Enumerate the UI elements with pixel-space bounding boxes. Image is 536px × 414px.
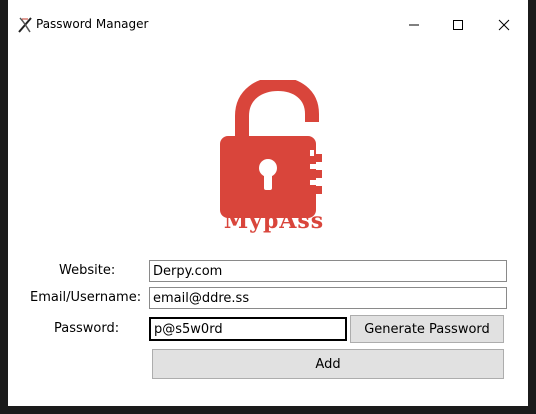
website-input[interactable] bbox=[149, 260, 507, 282]
password-label: Password: bbox=[54, 321, 120, 336]
website-label: Website: bbox=[59, 263, 116, 278]
minimize-button[interactable] bbox=[392, 10, 436, 40]
email-label: Email/Username: bbox=[30, 290, 142, 305]
email-input[interactable] bbox=[149, 287, 507, 309]
add-button[interactable]: Add bbox=[152, 349, 504, 379]
title-bar[interactable]: Password Manager bbox=[8, 0, 528, 48]
window-title: Password Manager bbox=[36, 17, 149, 31]
maximize-icon bbox=[453, 20, 463, 30]
app-window: Password Manager MypAss Website: Derpy.c… bbox=[8, 0, 528, 406]
close-button[interactable] bbox=[482, 10, 526, 40]
password-input[interactable] bbox=[149, 317, 347, 341]
minimize-icon bbox=[409, 24, 419, 26]
maximize-button[interactable] bbox=[436, 10, 480, 40]
generate-password-button[interactable]: Generate Password bbox=[350, 315, 504, 343]
close-icon bbox=[498, 19, 510, 31]
logo-text: MypAss bbox=[223, 208, 325, 234]
tk-feather-icon bbox=[18, 17, 32, 33]
